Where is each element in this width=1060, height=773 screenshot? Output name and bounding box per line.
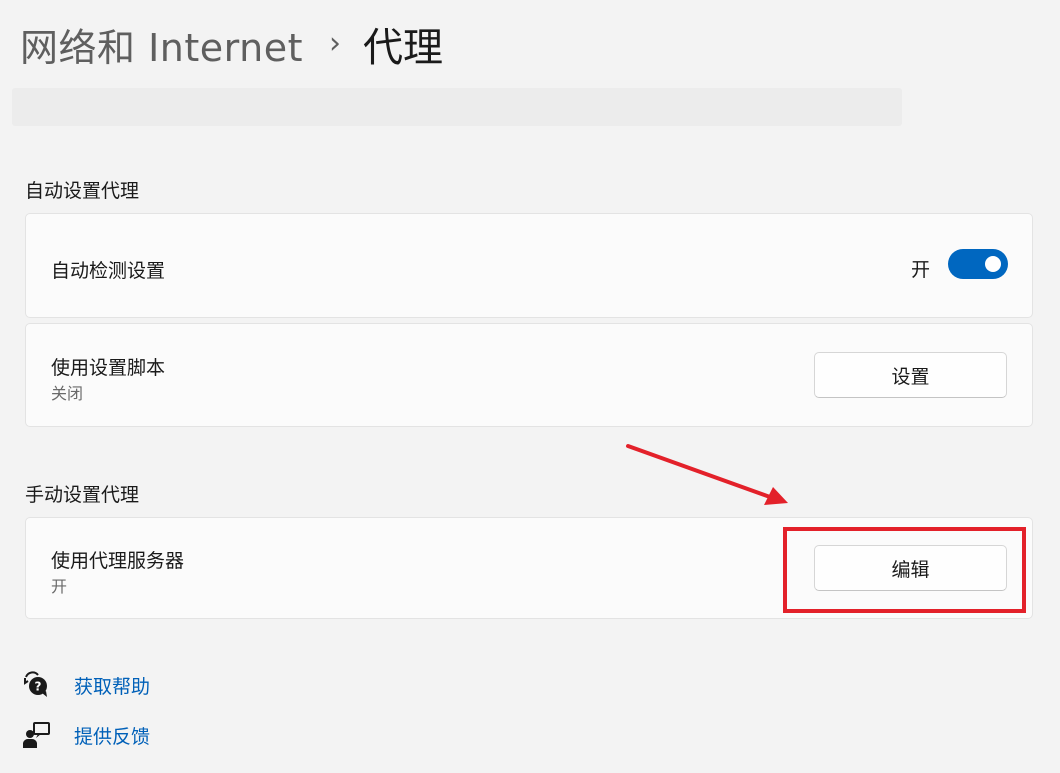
setup-script-button[interactable]: 设置 [814, 352, 1007, 398]
feedback-icon [22, 721, 50, 749]
breadcrumb-parent-network[interactable]: 网络和 Internet [20, 17, 303, 72]
give-feedback-link[interactable]: 提供反馈 [74, 722, 150, 749]
help-chat-icon: ? [22, 671, 50, 699]
chevron-right-icon: › [328, 26, 341, 61]
section-title-manual-proxy: 手动设置代理 [25, 484, 140, 506]
get-help-link-row[interactable]: ? 获取帮助 [22, 669, 150, 701]
setup-script-status: 关闭 [51, 384, 84, 403]
proxy-server-label: 使用代理服务器 [51, 550, 185, 572]
auto-detect-toggle[interactable] [948, 249, 1008, 279]
annotation-highlight-box [783, 527, 1026, 613]
card-auto-detect: 自动检测设置 开 [25, 213, 1033, 318]
section-title-auto-proxy: 自动设置代理 [25, 180, 140, 202]
get-help-link[interactable]: 获取帮助 [74, 672, 150, 699]
card-setup-script: 使用设置脚本 关闭 设置 [25, 323, 1033, 427]
proxy-settings-page: 网络和 Internet › 代理 自动设置代理 自动检测设置 开 使用设置脚本… [0, 0, 1060, 773]
svg-text:?: ? [35, 680, 42, 694]
toggle-knob [985, 256, 1001, 272]
setup-script-label: 使用设置脚本 [51, 357, 166, 379]
page-title: 代理 [362, 25, 443, 71]
auto-detect-label: 自动检测设置 [51, 260, 166, 282]
proxy-server-status: 开 [51, 577, 68, 596]
give-feedback-link-row[interactable]: 提供反馈 [22, 719, 150, 751]
description-area [12, 88, 902, 126]
auto-detect-state-text: 开 [910, 259, 930, 281]
breadcrumb: 网络和 Internet › 代理 [20, 12, 443, 76]
